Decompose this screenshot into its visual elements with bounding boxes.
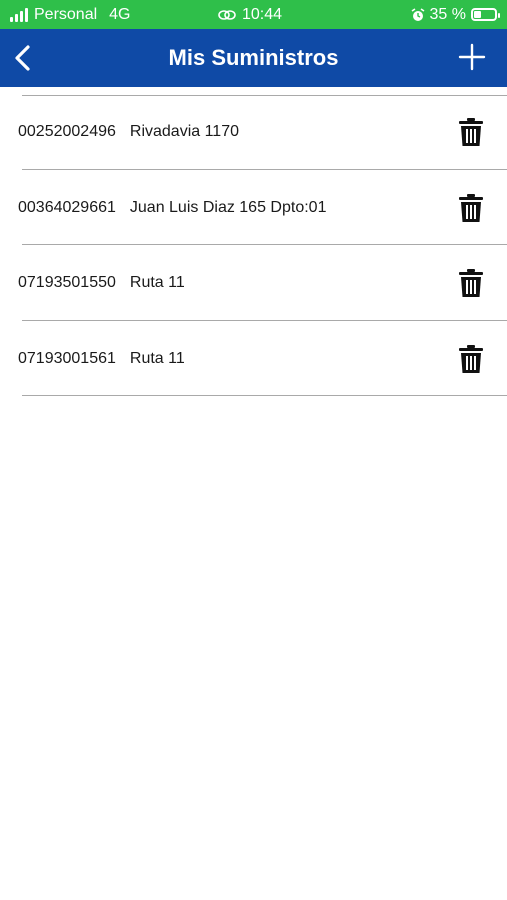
plus-icon — [458, 43, 486, 71]
supply-number: 00252002496 — [18, 123, 116, 140]
trash-icon[interactable] — [458, 268, 484, 298]
page-title: Mis Suministros — [168, 45, 339, 70]
supply-address: Ruta 11 — [129, 274, 185, 291]
battery-icon — [471, 8, 500, 21]
app-header: Mis Suministros — [0, 29, 507, 87]
trash-icon[interactable] — [458, 344, 484, 374]
status-left: Personal 4G — [10, 0, 131, 29]
status-bar: Personal 4G 10:44 35 % — [0, 0, 507, 29]
link-icon — [218, 9, 236, 20]
battery-percent: 35 % — [429, 5, 466, 23]
supply-address: Rivadavia 1170 — [129, 123, 239, 140]
divider — [22, 395, 507, 396]
network-label: 4G — [109, 5, 131, 23]
status-right: 35 % — [411, 0, 500, 29]
trash-icon[interactable] — [458, 117, 484, 147]
status-center: 10:44 — [218, 0, 282, 29]
list-item[interactable]: 07193501550 Ruta 11 — [0, 245, 507, 320]
signal-icon — [10, 7, 28, 22]
trash-icon[interactable] — [458, 193, 484, 223]
list-item[interactable]: 00252002496 Rivadavia 1170 — [0, 94, 507, 169]
list-item-text: 00364029661 Juan Luis Diaz 165 Dpto:01 — [18, 170, 326, 245]
list-item-text: 07193501550 Ruta 11 — [18, 245, 185, 320]
add-button[interactable] — [455, 40, 489, 74]
battery-fill — [474, 11, 481, 18]
supply-number: 07193001561 — [18, 350, 116, 367]
supply-number: 00364029661 — [18, 199, 116, 216]
supply-address: Ruta 11 — [129, 350, 185, 367]
list-item[interactable]: 07193001561 Ruta 11 — [0, 321, 507, 396]
carrier-label: Personal — [34, 5, 98, 23]
clock-time: 10:44 — [242, 5, 283, 23]
list-item[interactable]: 00364029661 Juan Luis Diaz 165 Dpto:01 — [0, 170, 507, 245]
alarm-icon — [411, 7, 424, 21]
list-item-text: 07193001561 Ruta 11 — [18, 321, 185, 396]
list-item-text: 00252002496 Rivadavia 1170 — [18, 94, 239, 169]
supply-number: 07193501550 — [18, 274, 116, 291]
supply-address: Juan Luis Diaz 165 Dpto:01 — [129, 199, 327, 216]
